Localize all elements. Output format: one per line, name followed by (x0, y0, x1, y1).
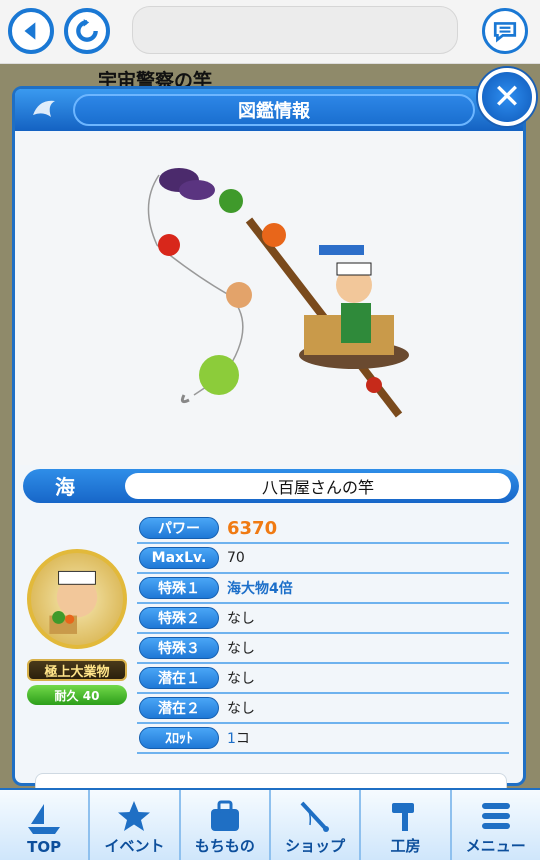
stat-value: なし (227, 701, 255, 717)
stat-value: 1コ (227, 728, 250, 748)
nav-event[interactable]: イベント (90, 790, 181, 860)
stat-row-latent-1: 潜在１ なし (137, 664, 509, 694)
stat-value: 6370 (227, 517, 278, 539)
stat-row-special-1: 特殊１ 海大物4倍 (137, 574, 509, 604)
stat-row-latent-2: 潜在２ なし (137, 694, 509, 724)
bag-icon (210, 800, 239, 831)
stat-label: 特殊３ (139, 637, 219, 659)
nav-label: 工房 (390, 837, 421, 855)
nav-workshop[interactable]: 工房 (361, 790, 452, 860)
stat-row-special-3: 特殊３ なし (137, 634, 509, 664)
stat-row-slot: ｽﾛｯﾄ 1コ (137, 724, 509, 754)
rod-name: 八百屋さんの竿 (125, 473, 511, 499)
stat-value: なし (227, 611, 255, 627)
stat-row-power: パワー 6370 (137, 514, 509, 544)
chat-button[interactable] (482, 8, 528, 54)
category-label: 海 (55, 475, 75, 499)
menu-icon (481, 803, 510, 829)
rank-badge: 極上大業物 (27, 659, 127, 681)
stats-table: パワー 6370 MaxLv. 70 特殊１ 海大物4倍 特殊２ なし 特殊３ … (137, 514, 509, 754)
fish-icon (33, 100, 55, 117)
reload-icon (76, 19, 98, 42)
stat-label: ｽﾛｯﾄ (139, 727, 219, 749)
back-button[interactable] (8, 8, 54, 54)
nav-shop[interactable]: ショップ (271, 790, 362, 860)
bottom-nav: TOP イベント もちもの ショップ 工房 メニュー (0, 788, 540, 860)
nav-menu[interactable]: メニュー (452, 790, 540, 860)
hammer-icon (392, 803, 415, 831)
character-portrait (27, 549, 127, 649)
close-button[interactable]: ✕ (478, 68, 536, 126)
stat-value: なし (227, 641, 255, 657)
slot-unit: コ (235, 731, 250, 747)
stat-value: なし (227, 671, 255, 687)
star-icon (118, 801, 151, 831)
stat-row-special-2: 特殊２ なし (137, 604, 509, 634)
rod-name-bar: 海 八百屋さんの竿 (23, 469, 519, 503)
nav-label: もちもの (194, 837, 255, 855)
stat-value: 海大物4倍 (227, 581, 293, 597)
boat-icon (28, 804, 61, 834)
nav-label: メニュー (465, 837, 526, 855)
durability-badge: 耐久 40 (27, 685, 127, 705)
back-arrow-icon (24, 22, 36, 40)
stat-label: 潜在２ (139, 697, 219, 719)
address-bar[interactable] (132, 6, 458, 54)
modal-title: 図鑑情報 (73, 94, 475, 126)
stat-label: 特殊１ (139, 577, 219, 599)
stat-label: MaxLv. (139, 547, 219, 569)
rod-illustration (19, 135, 519, 465)
nav-items[interactable]: もちもの (181, 790, 271, 860)
browser-toolbar (0, 0, 540, 64)
modal-header: 図鑑情報 (15, 89, 523, 131)
nav-label: TOP (27, 838, 62, 856)
chat-bubble-icon (493, 22, 517, 43)
nav-label: イベント (104, 837, 165, 855)
greengrocer-avatar (49, 570, 98, 634)
slot-count: 1 (227, 731, 236, 747)
encyclopedia-modal: 図鑑情報 海 八百屋さんの竿 極上大業物 耐久 40 パワー 6370 MaxL… (12, 86, 526, 793)
stat-label: パワー (139, 517, 219, 539)
stat-value: 70 (227, 550, 245, 566)
nav-top[interactable]: TOP (0, 790, 91, 860)
reload-button[interactable] (64, 8, 110, 54)
close-icon: ✕ (492, 77, 522, 117)
stat-row-maxlv: MaxLv. 70 (137, 544, 509, 574)
fishing-rod-icon (300, 801, 330, 832)
nav-label: ショップ (285, 837, 346, 855)
stat-label: 潜在１ (139, 667, 219, 689)
stat-label: 特殊２ (139, 607, 219, 629)
